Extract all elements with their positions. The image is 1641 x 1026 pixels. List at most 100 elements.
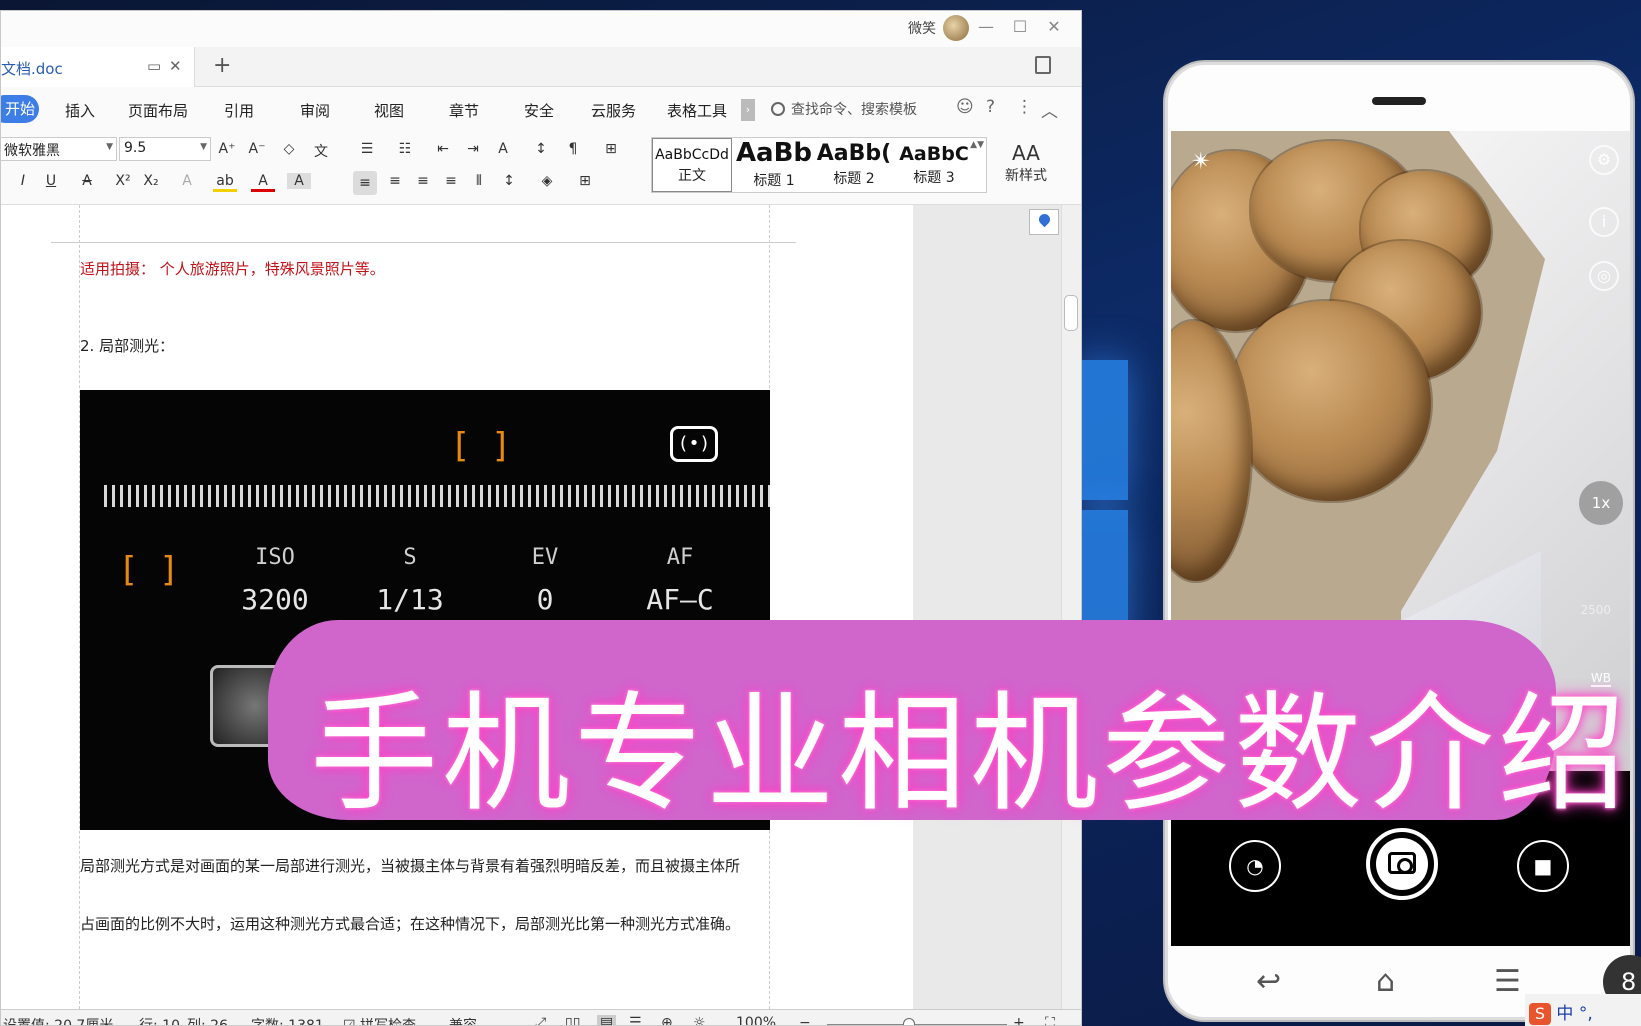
increase-indent-icon[interactable]: ⇥ (461, 141, 485, 157)
underline-icon[interactable]: U (39, 173, 63, 189)
show-hide-icon[interactable]: ¶ (561, 141, 585, 157)
tab-close-icon[interactable]: ✕ (169, 57, 182, 75)
new-style-label: 新样式 (1005, 168, 1047, 184)
strikethrough-icon[interactable]: A (75, 173, 99, 189)
menu-cloud[interactable]: 云服务 (591, 100, 636, 121)
highlight-icon[interactable]: ab (213, 173, 237, 192)
menu-table-tools[interactable]: 表格工具 (667, 100, 727, 121)
spell-check-toggle[interactable]: ☑ 拼写检查 (343, 1015, 416, 1025)
style-heading-2[interactable]: AaBb( 标题 2 (814, 138, 894, 192)
tab-restore-icon[interactable]: ▭ (147, 57, 161, 75)
document-page[interactable]: 适用拍摄： 个人旅游照片，特殊风景照片等。 2. 局部测光： [ ] (•) [… (1, 205, 913, 1009)
distribute-icon[interactable]: ⫴ (467, 173, 491, 189)
web-view-icon[interactable]: ⊕ (661, 1015, 673, 1025)
chinese-layout-icon[interactable]: A (491, 141, 515, 157)
menu-more-chevron-icon[interactable]: › (741, 99, 755, 121)
menu-page-layout[interactable]: 页面布局 (128, 100, 188, 121)
menu-icon[interactable]: ☰ (1494, 964, 1521, 999)
timer-icon[interactable]: ◎ (1589, 261, 1619, 291)
decrease-indent-icon[interactable]: ⇤ (431, 141, 455, 157)
video-icon[interactable]: ■ (1517, 840, 1569, 892)
font-size-value: 9.5 (124, 140, 147, 156)
menu-home[interactable]: 开始 (1, 95, 39, 123)
zoom-in-icon[interactable]: + (1013, 1015, 1025, 1025)
user-avatar[interactable] (943, 15, 969, 41)
menu-security[interactable]: 安全 (524, 100, 554, 121)
subscript-icon[interactable]: X₂ (139, 173, 163, 189)
style-heading-3[interactable]: AaBbC 标题 3 (894, 138, 974, 192)
align-center-icon[interactable]: ≡ (383, 173, 407, 189)
phone-mockup: ✴ ⚙ i ◎ 1x 2500 WB ◔ ■ ↩ ⌂ ☰ (1165, 62, 1633, 1020)
back-icon[interactable]: ↩ (1256, 964, 1281, 999)
shading-icon[interactable]: ◈ (535, 173, 559, 189)
new-tab-button[interactable]: + (213, 53, 231, 78)
new-style-button[interactable]: AA 新样式 (996, 141, 1056, 185)
doc-line-usage: 适用拍摄： 个人旅游照片，特殊风景照片等。 (80, 260, 385, 278)
document-tab[interactable]: 文档.doc ▭ ✕ (1, 47, 195, 87)
text-effect-icon[interactable]: A (175, 173, 199, 189)
shutter-button[interactable] (1366, 828, 1438, 900)
style-heading-1[interactable]: AaBb 标题 1 (734, 138, 814, 192)
menu-section[interactable]: 章节 (449, 100, 479, 121)
minimize-button[interactable]: — (971, 17, 1001, 36)
help-icon[interactable]: ? (986, 97, 995, 117)
font-size-select[interactable]: 9.5 ▼ (119, 137, 211, 161)
font-name-select[interactable]: 微软雅黑 ▼ (1, 137, 117, 161)
status-setting: 设置值: 20.7厘米 (3, 1018, 114, 1026)
more-icon[interactable]: ⋮ (1016, 97, 1033, 117)
char-shading-icon[interactable]: A (287, 173, 311, 189)
table-border-icon[interactable]: ⊞ (599, 141, 623, 157)
zoom-level[interactable]: 100% (736, 1015, 776, 1025)
align-right-icon[interactable]: ≡ (411, 173, 435, 189)
flash-off-icon[interactable]: ✴ (1191, 147, 1211, 175)
read-mode-icon[interactable]: ▯▯ (565, 1015, 580, 1025)
borders-icon[interactable]: ⊞ (573, 173, 597, 189)
numbering-icon[interactable]: ☷ (393, 141, 417, 157)
zoom-level-button[interactable]: 1x (1579, 481, 1623, 525)
menu-insert[interactable]: 插入 (65, 100, 95, 121)
vertical-scrollbar[interactable] (1061, 205, 1081, 1009)
font-color-icon[interactable]: A (251, 173, 275, 192)
zoom-slider-thumb[interactable] (903, 1018, 915, 1025)
home-icon[interactable]: ⌂ (1376, 964, 1395, 999)
align-left-icon[interactable]: ≡ (353, 171, 377, 195)
panel-toggle-icon[interactable] (1035, 56, 1051, 74)
italic-icon[interactable]: I (11, 173, 35, 189)
fit-page-icon[interactable]: ⛶ (1045, 1015, 1055, 1025)
outline-view-icon[interactable]: ☰ (629, 1015, 642, 1025)
eye-care-icon[interactable]: ☼ (693, 1015, 706, 1025)
sort-icon[interactable]: ↕ (529, 141, 553, 157)
filter-icon[interactable]: ◔ (1229, 840, 1281, 892)
settings-gear-icon[interactable]: ⚙ (1589, 145, 1619, 175)
collapse-ribbon-icon[interactable]: ︿ (1041, 97, 1058, 122)
command-search[interactable]: 查找命令、搜索模板 (771, 99, 917, 119)
info-icon[interactable]: i (1589, 207, 1619, 237)
zoom-out-icon[interactable]: − (799, 1015, 811, 1025)
line-spacing-icon[interactable]: ↕ (497, 173, 521, 189)
ime-indicator[interactable]: S 中 °, (1525, 994, 1641, 1026)
maximize-button[interactable]: ☐ (1005, 17, 1035, 36)
menu-view[interactable]: 视图 (374, 100, 404, 121)
user-name[interactable]: 微笑 (908, 18, 936, 38)
clear-format-icon[interactable]: ◇ (277, 141, 301, 157)
bullets-icon[interactable]: ☰ (355, 141, 379, 157)
menu-review[interactable]: 审阅 (300, 100, 330, 121)
phonetic-icon[interactable]: 文 (309, 141, 333, 161)
scrollbar-thumb[interactable] (1064, 295, 1078, 331)
status-row: 行: 10 (139, 1018, 180, 1026)
close-button[interactable]: ✕ (1039, 17, 1069, 36)
justify-icon[interactable]: ≡ (439, 173, 463, 189)
status-words[interactable]: 字数: 1381 (251, 1015, 324, 1025)
fullscreen-icon[interactable]: ⤢ (535, 1015, 546, 1025)
zoom-slider[interactable] (827, 1024, 1007, 1025)
superscript-icon[interactable]: X² (111, 173, 135, 189)
page-view-icon[interactable]: ▤ (597, 1015, 617, 1025)
comment-icon[interactable]: ☺ (956, 97, 974, 117)
walnut (1231, 301, 1431, 501)
gallery-scroll-icon[interactable]: ▲▼ (970, 140, 984, 150)
style-normal[interactable]: AaBbCcDd 正文 (652, 138, 732, 192)
menu-references[interactable]: 引用 (224, 100, 254, 121)
grow-font-icon[interactable]: A⁺ (215, 141, 239, 157)
shrink-font-icon[interactable]: A⁻ (245, 141, 269, 157)
location-pin-icon[interactable] (1029, 209, 1059, 235)
